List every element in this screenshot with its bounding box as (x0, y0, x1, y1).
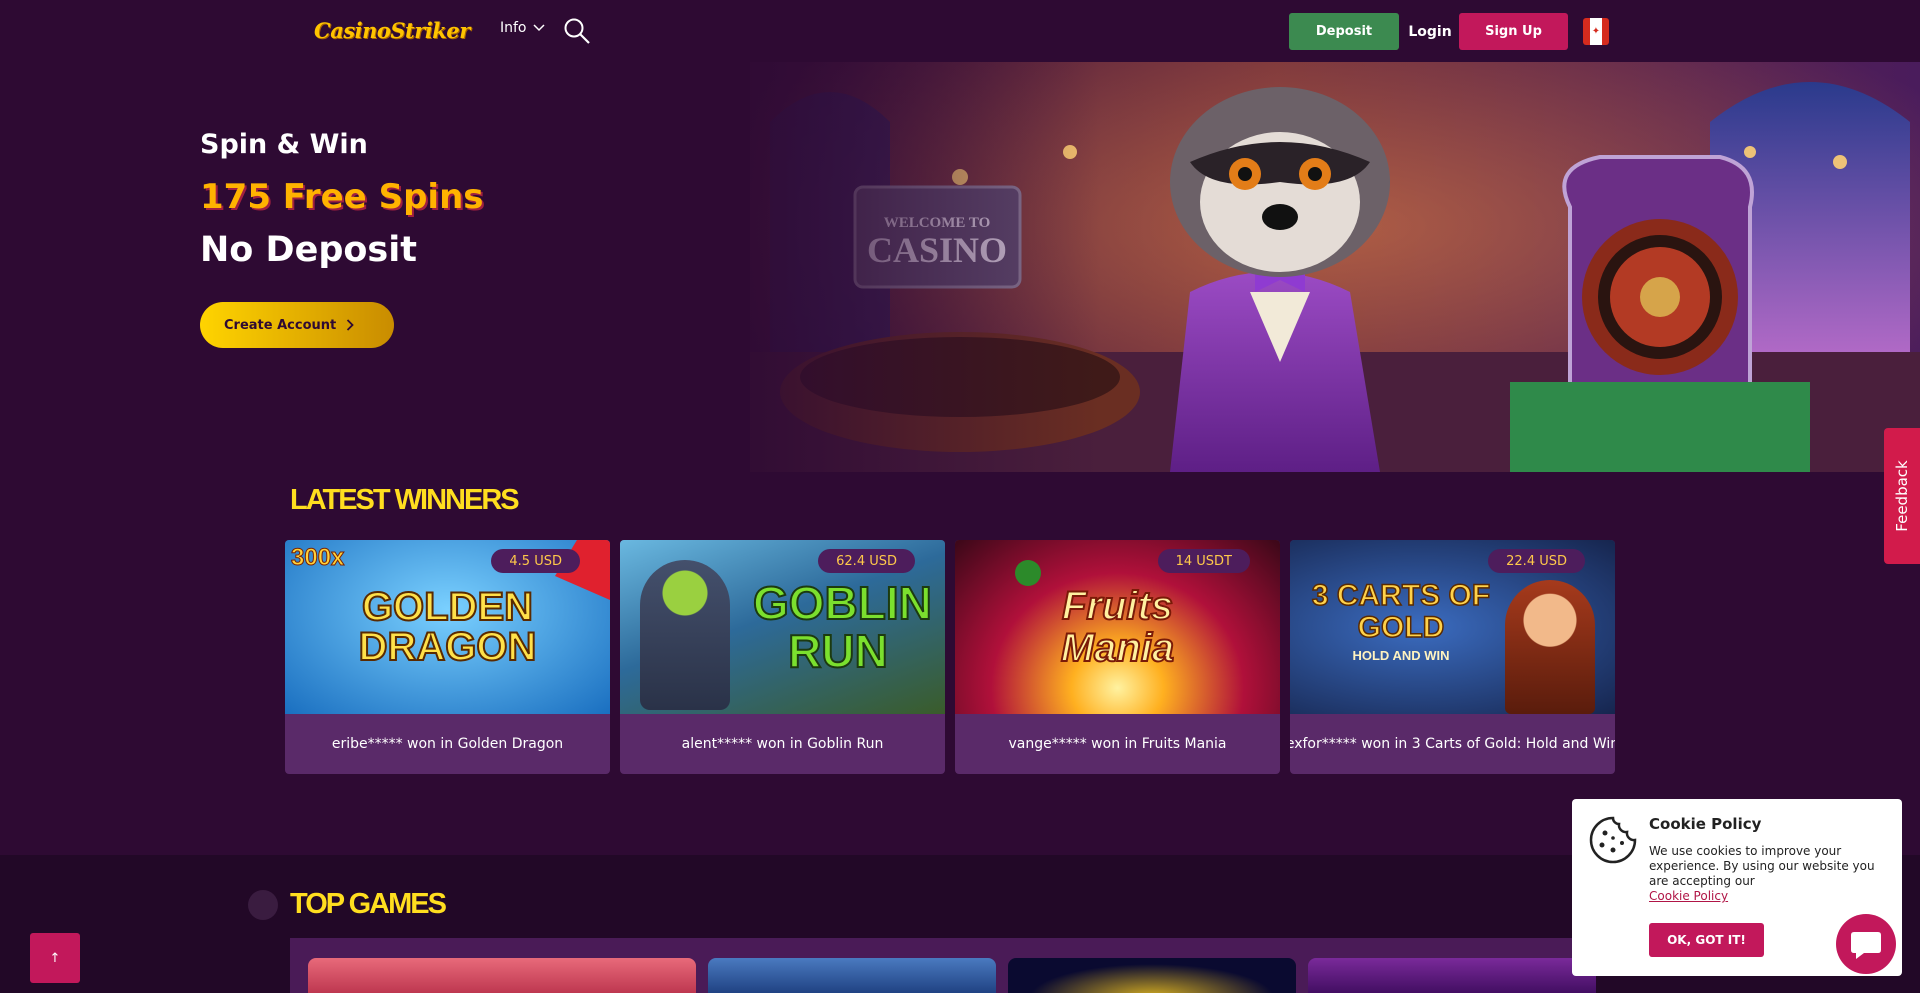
deposit-button[interactable]: Deposit (1289, 13, 1399, 50)
search-icon (564, 18, 590, 44)
signup-button[interactable]: Sign Up (1459, 13, 1568, 50)
watermelon-icon (1015, 560, 1041, 586)
goblin-character (640, 560, 730, 710)
winner-caption: alent***** won in Goblin Run (681, 736, 884, 752)
chat-bubble-icon (1851, 932, 1881, 959)
winner-card[interactable]: GOBLIN RUN 62.4 USD alent***** won in Go… (620, 540, 945, 774)
game-thumbnail[interactable] (1008, 958, 1296, 993)
game-art-subtext: HOLD AND WIN (1352, 648, 1450, 663)
winner-card[interactable]: Fruits Mania 14 USDT vange***** won in F… (955, 540, 1280, 774)
winner-card[interactable]: 3 CARTS OF GOLD HOLD AND WIN 22.4 USD ex… (1290, 540, 1615, 774)
leprechaun-character (1505, 580, 1595, 714)
chevron-right-icon (347, 319, 355, 331)
hero-banner: WELCOME TO CASINO Spin & Win 175 Free Sp… (0, 62, 1920, 472)
hero-fade-overlay (700, 62, 1100, 472)
cookie-icon (1589, 816, 1637, 864)
feedback-tab[interactable]: Feedback (1884, 428, 1920, 564)
top-games-title: TOP GAMES (290, 888, 447, 920)
chat-button[interactable] (1836, 914, 1896, 974)
winner-amount: 62.4 USD (818, 549, 915, 573)
game-art-text: 3 CARTS OF GOLD (1311, 579, 1491, 645)
cookie-title: Cookie Policy (1649, 815, 1762, 833)
info-menu[interactable]: Info (500, 20, 545, 36)
multiplier-badge: 300x (290, 544, 345, 572)
winner-amount: 22.4 USD (1488, 549, 1585, 573)
create-account-label: Create Account (224, 317, 337, 333)
winner-card[interactable]: GOLDEN DRAGON 300x 4.5 USD eribe***** wo… (285, 540, 610, 774)
feedback-label: Feedback (1893, 460, 1911, 532)
login-button[interactable]: Login (1404, 13, 1456, 50)
game-art-text: Fruits Mania (1060, 584, 1175, 670)
winner-caption: eribe***** won in Golden Dragon (331, 736, 564, 752)
canada-flag-icon[interactable]: ✦ (1583, 18, 1609, 45)
winner-amount: 4.5 USD (491, 549, 580, 573)
game-thumbnail[interactable] (308, 958, 696, 993)
cookie-accept-button[interactable]: OK, GOT IT! (1649, 923, 1764, 957)
cookie-text: We use cookies to improve your experienc… (1649, 844, 1884, 904)
hero-subtitle: Spin & Win (200, 129, 368, 160)
chevron-down-icon (532, 24, 545, 32)
game-art-text: GOBLIN RUN (752, 577, 933, 677)
game-art-text: GOLDEN DRAGON (358, 585, 538, 669)
game-thumbnail[interactable] (1308, 958, 1596, 993)
cookie-body: We use cookies to improve your experienc… (1649, 844, 1875, 888)
back-to-top-button[interactable]: ↑ (30, 933, 80, 983)
game-thumbnail[interactable] (708, 958, 996, 993)
create-account-button[interactable]: Create Account (200, 302, 394, 348)
winner-caption: vange***** won in Fruits Mania (1008, 736, 1227, 752)
cookie-policy-link[interactable]: Cookie Policy (1649, 889, 1728, 903)
hero-no-deposit: No Deposit (200, 230, 417, 270)
search-button[interactable] (563, 17, 591, 45)
winner-amount: 14 USDT (1157, 549, 1250, 573)
site-header: CasinoStriker Info Deposit Login Sign Up… (0, 0, 1920, 62)
winner-caption: exfor***** won in 3 Carts of Gold: Hold … (1290, 736, 1615, 752)
loading-placeholder (248, 890, 278, 920)
site-logo[interactable]: CasinoStriker (314, 18, 470, 43)
latest-winners-title: LATEST WINNERS (290, 484, 520, 516)
hero-offer: 175 Free Spins (200, 177, 484, 217)
info-menu-label: Info (500, 20, 527, 36)
